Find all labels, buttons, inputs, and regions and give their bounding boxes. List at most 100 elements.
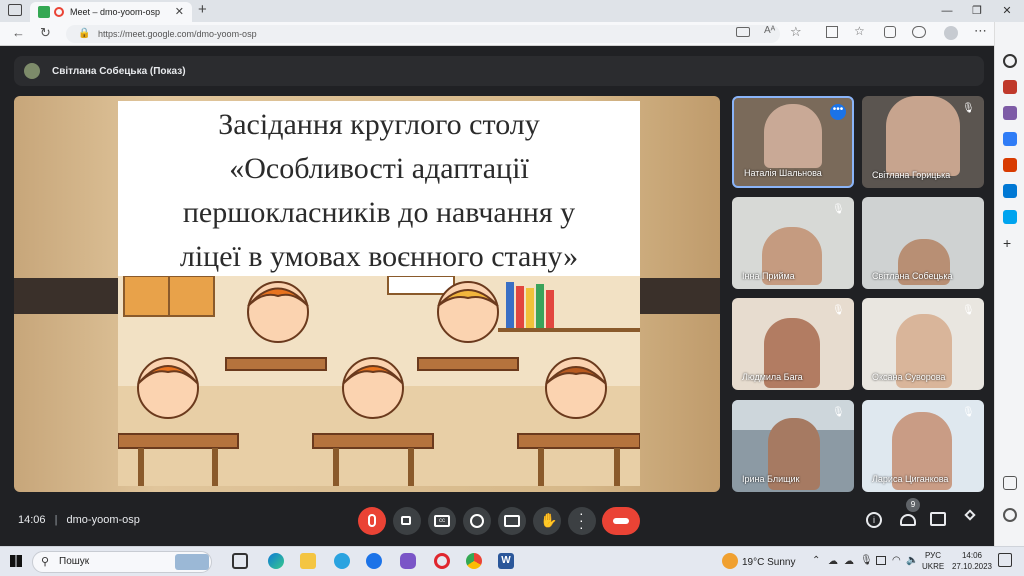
tray-chevron-icon[interactable]: ⌃ — [812, 555, 820, 566]
back-icon[interactable]: ← — [12, 25, 25, 40]
slide-classroom-illustration — [118, 276, 640, 486]
weather-icon[interactable] — [722, 553, 738, 569]
meeting-info: 14:06 | dmo-yoom-osp — [18, 514, 140, 526]
refresh-icon[interactable]: ↻ — [40, 25, 51, 41]
start-windows-icon[interactable] — [10, 555, 22, 567]
leave-call-button[interactable] — [602, 507, 640, 535]
minimize-icon[interactable]: — — [936, 2, 958, 20]
hangup-icon — [613, 518, 629, 524]
slide-title-box: Засідання круглого столу «Особливості ад… — [118, 101, 640, 276]
close-tab-icon[interactable]: ✕ — [175, 5, 184, 18]
recording-icon — [54, 7, 64, 17]
participant-tile[interactable]: ••• Наталія Шальнова — [732, 96, 854, 188]
browser-essentials-icon[interactable] — [912, 26, 926, 38]
edge-taskbar-icon[interactable] — [268, 553, 284, 569]
taskbar-search[interactable]: ⚲ Пошук — [32, 551, 212, 573]
people-button[interactable]: 9 — [898, 498, 920, 528]
more-options-button[interactable]: · · · — [568, 506, 596, 535]
cloud-icon[interactable]: ☁ — [828, 556, 838, 567]
mic-off-icon — [368, 514, 376, 527]
more-menu-icon[interactable]: ⋯ — [974, 23, 987, 39]
onedrive-icon[interactable]: ☁ — [844, 556, 854, 567]
mic-muted-icon: 🎙 — [832, 305, 845, 316]
raise-hand-button[interactable]: ✋ — [533, 507, 561, 535]
viber-icon[interactable] — [400, 553, 416, 569]
mic-muted-icon: 🎙 — [962, 407, 975, 418]
activities-icon — [964, 509, 976, 521]
sidebar-hide-icon[interactable] — [1003, 476, 1017, 490]
collections-icon[interactable] — [884, 26, 896, 38]
participant-video — [764, 104, 822, 168]
taskbar-search-label: Пошук — [59, 556, 90, 567]
meeting-details-icon[interactable]: i — [866, 512, 882, 528]
present-button[interactable] — [498, 507, 526, 535]
participant-name: Світлана Горицька — [872, 170, 951, 180]
url-field[interactable]: 🔒 https://meet.google.com/dmo-yoom-osp — [66, 25, 780, 43]
sidebar-drop-icon[interactable] — [1003, 210, 1017, 224]
restore-icon[interactable]: ❐ — [966, 2, 988, 20]
classroom-drawing — [118, 276, 640, 486]
chat-icon[interactable] — [930, 512, 946, 526]
edge-sidebar: + — [994, 22, 1024, 546]
lock-icon[interactable]: 🔒 — [78, 25, 90, 43]
microphone-tray-icon[interactable]: 🎙 — [860, 555, 873, 566]
microphone-button[interactable] — [358, 507, 386, 535]
sidebar-settings-icon[interactable] — [1003, 508, 1017, 522]
favorites-icon[interactable]: ☆ — [854, 24, 865, 38]
close-window-icon[interactable]: ✕ — [996, 2, 1018, 20]
camera-permission-icon[interactable] — [736, 27, 750, 37]
volume-icon[interactable]: 🔈 — [906, 555, 918, 566]
wifi-icon[interactable]: ◠ — [892, 555, 901, 566]
search-highlight-image — [175, 554, 209, 570]
tile-options-icon[interactable]: ••• — [830, 104, 846, 120]
battery-icon[interactable] — [876, 556, 886, 565]
word-icon[interactable]: W — [498, 553, 514, 569]
participant-tile[interactable]: 🎙 Людмила Бага — [732, 298, 854, 390]
mic-muted-icon: 🎙 — [832, 407, 845, 418]
participant-tile[interactable]: Світлана Собецька — [862, 197, 984, 289]
camera-button[interactable] — [393, 507, 421, 535]
read-aloud-icon[interactable]: Aᴬ — [764, 25, 775, 36]
hand-icon: ✋ — [540, 512, 558, 528]
mic-muted-icon: 🎙 — [832, 204, 845, 215]
browser-tab[interactable]: Meet – dmo-yoom-osp ✕ — [30, 2, 192, 22]
system-clock[interactable]: 14:06 27.10.2023 — [950, 550, 994, 572]
profile-avatar-icon[interactable] — [944, 26, 958, 40]
participant-tile[interactable]: 🎙 Світлана Горицька — [862, 96, 984, 188]
opera-icon[interactable] — [434, 553, 450, 569]
notifications-icon[interactable] — [998, 553, 1012, 567]
telegram-icon[interactable] — [334, 553, 350, 569]
sidebar-tools-icon[interactable] — [1003, 106, 1017, 120]
emoji-button[interactable] — [463, 507, 491, 535]
participant-tile[interactable]: 🎙 Інна Прийма — [732, 197, 854, 289]
tab-actions-icon[interactable] — [8, 4, 22, 16]
participant-tile[interactable]: 🎙 Оксана Суворова — [862, 298, 984, 390]
sidebar-office-icon[interactable] — [1003, 158, 1017, 172]
participant-tile[interactable]: 🎙 Ірина Блищик — [732, 400, 854, 492]
captions-icon: cc — [434, 515, 450, 527]
activities-button[interactable] — [962, 509, 978, 527]
task-view-icon[interactable] — [232, 553, 248, 569]
file-explorer-icon[interactable] — [300, 553, 316, 569]
sidebar-shopping-icon[interactable] — [1003, 80, 1017, 94]
sidebar-games-icon[interactable] — [1003, 132, 1017, 146]
sidebar-search-icon[interactable] — [1003, 54, 1017, 68]
captions-button[interactable]: cc — [428, 507, 456, 535]
participant-tile[interactable]: 🎙 Лариса Циганкова — [862, 400, 984, 492]
participant-name: Інна Прийма — [742, 271, 795, 281]
presenter-header: Світлана Собецька (Показ) — [14, 56, 984, 86]
slide-line-4: ліцеї в умовах воєнного стану» — [179, 240, 579, 273]
sidebar-add-icon[interactable]: + — [1003, 236, 1017, 250]
weather-text[interactable]: 19°C Sunny — [742, 557, 795, 568]
zoom-icon[interactable] — [366, 553, 382, 569]
participant-video — [886, 96, 960, 176]
split-screen-icon[interactable] — [826, 26, 838, 38]
new-tab-icon[interactable]: + — [198, 1, 207, 18]
language-indicator[interactable]: РУС UKRE — [922, 550, 944, 572]
chrome-icon[interactable] — [466, 553, 482, 569]
sidebar-outlook-icon[interactable] — [1003, 184, 1017, 198]
favorite-star-icon[interactable]: ☆ — [790, 24, 802, 40]
people-icon — [900, 514, 916, 526]
language-secondary: UKRE — [922, 562, 945, 571]
clock-time: 14:06 — [961, 551, 983, 560]
